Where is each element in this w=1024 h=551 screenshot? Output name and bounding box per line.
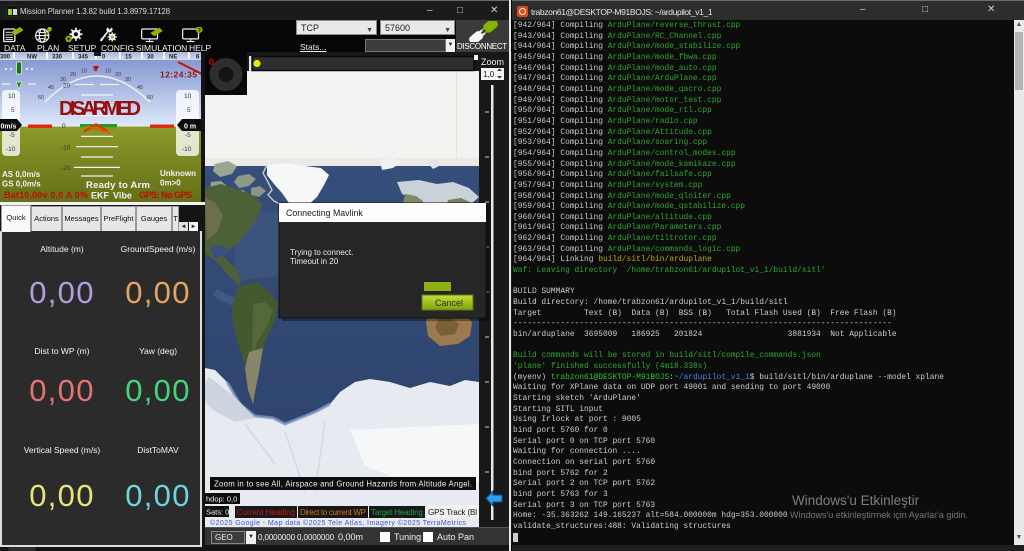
svg-text:20: 20 [63, 83, 71, 90]
svg-text:Current Heading: Current Heading [237, 508, 295, 517]
svg-text:EKF: EKF [91, 191, 110, 201]
svg-text:60: 60 [147, 95, 153, 101]
svg-text:10: 10 [184, 93, 192, 100]
svg-text:Zoom in to see All, Airspace a: Zoom in to see All, Airspace and Ground … [214, 480, 472, 489]
svg-text:5: 5 [187, 107, 191, 114]
svg-text:345: 345 [78, 55, 89, 61]
svg-text:AS 0,0m/s: AS 0,0m/s [2, 170, 41, 179]
svg-text:NW: NW [27, 55, 37, 61]
svg-text:Unknown: Unknown [160, 169, 196, 178]
svg-text:10: 10 [105, 69, 111, 75]
svg-text:45: 45 [137, 85, 143, 91]
svg-text:15: 15 [125, 55, 132, 61]
svg-text:GPS: No GPS: GPS: No GPS [139, 190, 192, 200]
svg-text:Zoom: Zoom [481, 57, 504, 67]
svg-text:-10: -10 [6, 146, 16, 153]
svg-text:1,0: 1,0 [483, 70, 495, 79]
svg-text:0m/s: 0m/s [1, 124, 17, 131]
svg-text:DISARMED: DISARMED [59, 98, 141, 120]
svg-text:Direct to current WP: Direct to current WP [300, 508, 366, 517]
svg-text:-20: -20 [61, 165, 71, 172]
svg-text:-5: -5 [185, 132, 191, 139]
svg-text:Timeout in 20: Timeout in 20 [290, 257, 339, 266]
svg-text:12:24:35: 12:24:35 [160, 70, 197, 80]
svg-text:45: 45 [48, 85, 54, 91]
svg-text:NE: NE [169, 55, 177, 61]
svg-text:20: 20 [70, 72, 76, 78]
svg-text:0: 0 [209, 57, 214, 67]
svg-text:hdop: 0,0: hdop: 0,0 [206, 495, 237, 504]
svg-text:330: 330 [52, 55, 63, 61]
svg-text:GS 0,0m/s: GS 0,0m/s [2, 180, 41, 189]
svg-text:Bat10,00v 0,0 A 0%: Bat10,00v 0,0 A 0% [4, 190, 88, 200]
svg-text:GPS Track (Bl: GPS Track (Bl [428, 508, 477, 517]
svg-text:Trying to connect.: Trying to connect. [290, 248, 353, 257]
svg-text:Connecting Mavlink: Connecting Mavlink [286, 208, 363, 218]
svg-text:30: 30 [147, 55, 154, 61]
svg-text:30: 30 [125, 77, 131, 83]
svg-text:20: 20 [115, 72, 121, 78]
svg-text:10: 10 [81, 69, 87, 75]
svg-text:60: 60 [38, 95, 44, 101]
svg-text:0: 0 [62, 123, 66, 130]
svg-text:©2025 Google - Map data ©2025: ©2025 Google - Map data ©2025 Tele Atlas… [210, 519, 467, 527]
svg-text:-10: -10 [182, 146, 192, 153]
svg-text:Vibe: Vibe [113, 191, 132, 201]
svg-text:Sats: 0: Sats: 0 [206, 508, 229, 517]
svg-text:300: 300 [0, 55, 11, 61]
svg-text:Target Heading: Target Heading [371, 508, 423, 517]
svg-text:5: 5 [11, 107, 15, 114]
svg-text:Cancel: Cancel [435, 298, 463, 308]
svg-text:-5: -5 [9, 132, 15, 139]
svg-text:10: 10 [8, 93, 16, 100]
svg-text:0 m: 0 m [184, 124, 196, 131]
svg-text:-10: -10 [61, 145, 71, 152]
svg-text:?: ? [198, 28, 202, 34]
svg-text:0m>0: 0m>0 [160, 179, 181, 188]
